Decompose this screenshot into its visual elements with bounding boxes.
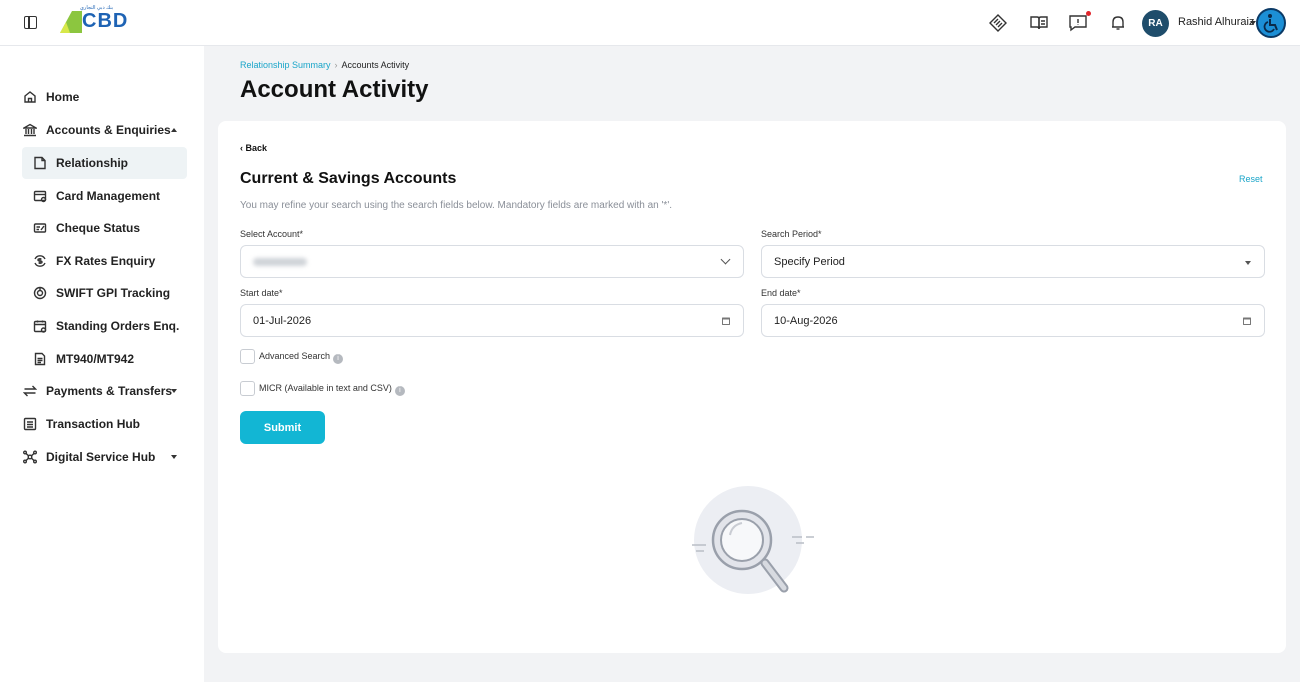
feedback-icon[interactable] bbox=[1068, 13, 1088, 33]
start-date-field[interactable]: 01-Jul-2026 bbox=[240, 304, 744, 337]
logo-text: CBD bbox=[82, 10, 129, 32]
network-icon bbox=[23, 450, 37, 464]
calendar-icon[interactable] bbox=[721, 316, 731, 326]
book-icon[interactable] bbox=[1029, 13, 1049, 33]
end-date-label: End date* bbox=[761, 288, 801, 298]
submit-button[interactable]: Submit bbox=[240, 411, 325, 444]
top-header: بنك دبي التجاري CBD RA Rashid Alhuraiz bbox=[0, 0, 1300, 46]
advanced-search-label: Advanced Search i bbox=[259, 351, 344, 364]
sidebar-item-label: MT940/MT942 bbox=[56, 352, 135, 366]
bell-icon[interactable] bbox=[1108, 13, 1128, 33]
list-icon bbox=[23, 417, 37, 431]
file-icon bbox=[34, 352, 46, 366]
avatar[interactable]: RA bbox=[1142, 10, 1169, 37]
back-link[interactable]: ‹ Back bbox=[240, 143, 267, 153]
page-title: Account Activity bbox=[240, 76, 429, 103]
sidebar-item-label: Cheque Status bbox=[56, 221, 141, 235]
search-period-label: Search Period* bbox=[761, 229, 822, 239]
sidebar: Home Accounts & Enquiries Relationship C… bbox=[0, 46, 204, 682]
breadcrumb: Relationship Summary › Accounts Activity bbox=[240, 60, 409, 70]
end-date-value: 10-Aug-2026 bbox=[774, 315, 838, 327]
search-period-value: Specify Period bbox=[774, 256, 845, 268]
start-date-value: 01-Jul-2026 bbox=[253, 315, 312, 327]
sidebar-item-accounts-enquiries[interactable]: Accounts & Enquiries bbox=[0, 115, 204, 145]
caret-down-icon bbox=[1245, 261, 1251, 265]
micr-label: MICR (Available in text and CSV) i bbox=[259, 383, 405, 396]
sidebar-item-label: FX Rates Enquiry bbox=[56, 254, 156, 268]
fx-icon bbox=[34, 255, 46, 267]
breadcrumb-current: Accounts Activity bbox=[341, 60, 410, 70]
empty-search-illustration-icon bbox=[692, 486, 814, 594]
chevron-down-icon bbox=[720, 254, 731, 265]
sidebar-item-label: Relationship bbox=[56, 156, 129, 170]
sidebar-item-home[interactable]: Home bbox=[0, 82, 204, 112]
accessibility-icon[interactable] bbox=[1256, 8, 1286, 38]
sidebar-item-payments-transfers[interactable]: Payments & Transfers bbox=[0, 376, 204, 406]
chevron-down-icon[interactable] bbox=[171, 455, 177, 459]
section-title: Current & Savings Accounts bbox=[240, 170, 457, 187]
sidebar-item-label: Digital Service Hub bbox=[46, 450, 156, 464]
sidebar-item-label: Standing Orders Enq. bbox=[56, 319, 180, 333]
notification-dot bbox=[1086, 11, 1091, 16]
chevron-up-icon[interactable] bbox=[171, 128, 177, 132]
home-icon bbox=[24, 91, 36, 103]
sidebar-item-transaction-hub[interactable]: Transaction Hub bbox=[0, 409, 204, 439]
sidebar-item-label: Home bbox=[46, 90, 80, 104]
sidebar-item-relationship[interactable]: Relationship bbox=[22, 147, 187, 179]
sidebar-item-standing-orders[interactable]: Standing Orders Enq. bbox=[22, 310, 187, 342]
sidebar-item-mt940[interactable]: MT940/MT942 bbox=[22, 343, 187, 375]
search-card: ‹ Back Current & Savings Accounts Reset … bbox=[218, 121, 1286, 653]
sidebar-item-label: Accounts & Enquiries bbox=[46, 123, 171, 137]
menu-toggle-icon[interactable] bbox=[24, 16, 37, 29]
cheque-icon bbox=[33, 223, 47, 233]
end-date-field[interactable]: 10-Aug-2026 bbox=[761, 304, 1265, 337]
cbd-logo[interactable]: بنك دبي التجاري CBD bbox=[60, 5, 130, 36]
sidebar-item-label: Payments & Transfers bbox=[46, 384, 173, 398]
start-date-label: Start date* bbox=[240, 288, 283, 298]
sidebar-item-label: SWIFT GPI Tracking bbox=[56, 286, 171, 300]
calendar-icon[interactable] bbox=[1242, 316, 1252, 326]
select-account-dropdown[interactable] bbox=[240, 245, 744, 278]
cbd-logo-mark-icon bbox=[60, 11, 82, 33]
card-icon bbox=[33, 190, 47, 203]
document-icon bbox=[34, 156, 46, 170]
chevron-down-icon[interactable] bbox=[171, 389, 177, 393]
reset-link[interactable]: Reset bbox=[1239, 174, 1263, 184]
micr-checkbox[interactable] bbox=[240, 381, 255, 396]
section-description: You may refine your search using the sea… bbox=[240, 200, 673, 211]
breadcrumb-relationship-summary[interactable]: Relationship Summary bbox=[240, 60, 331, 70]
select-account-label: Select Account* bbox=[240, 229, 304, 239]
breadcrumb-separator: › bbox=[334, 60, 338, 70]
sidebar-item-cheque-status[interactable]: Cheque Status bbox=[22, 212, 187, 244]
advanced-search-checkbox[interactable] bbox=[240, 349, 255, 364]
sidebar-item-label: Transaction Hub bbox=[46, 417, 141, 431]
tracking-icon bbox=[33, 286, 47, 300]
user-name[interactable]: Rashid Alhuraiz bbox=[1178, 16, 1254, 28]
search-period-select[interactable]: Specify Period bbox=[761, 245, 1265, 278]
bank-icon bbox=[23, 123, 37, 137]
transfer-icon bbox=[23, 385, 37, 397]
account-number-masked bbox=[253, 258, 307, 266]
info-icon[interactable]: i bbox=[333, 354, 344, 364]
sidebar-item-card-management[interactable]: Card Management bbox=[22, 180, 187, 212]
info-icon[interactable]: i bbox=[394, 386, 405, 396]
tag-icon[interactable] bbox=[988, 13, 1008, 33]
sidebar-item-fx-rates-enquiry[interactable]: FX Rates Enquiry bbox=[22, 245, 187, 277]
sidebar-item-digital-service-hub[interactable]: Digital Service Hub bbox=[0, 442, 204, 472]
sidebar-item-swift-gpi-tracking[interactable]: SWIFT GPI Tracking bbox=[22, 277, 187, 309]
calendar-icon bbox=[33, 320, 47, 333]
sidebar-item-label: Card Management bbox=[56, 189, 161, 203]
